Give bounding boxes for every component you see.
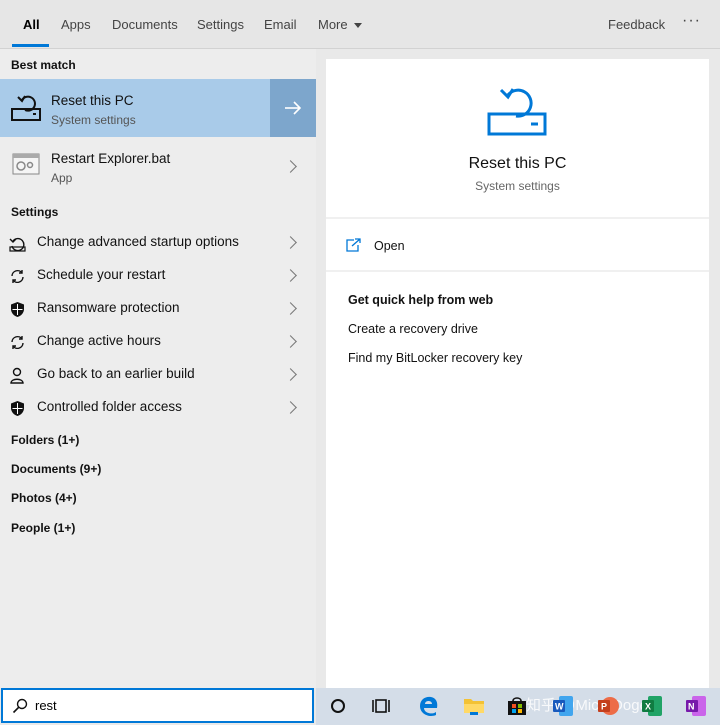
app-result-title: Restart Explorer.bat	[51, 151, 171, 166]
setting-label: Controlled folder access	[37, 399, 182, 414]
setting-label: Ransomware protection	[37, 300, 180, 315]
restart-icon	[9, 237, 26, 252]
search-icon	[12, 698, 28, 714]
preview-subtitle: System settings	[475, 179, 560, 193]
tab-apps[interactable]: Apps	[61, 17, 91, 32]
reset-pc-icon	[487, 88, 547, 136]
setting-item[interactable]: Go back to an earlier build	[0, 358, 316, 391]
search-input[interactable]	[35, 698, 295, 713]
setting-label: Change active hours	[37, 333, 161, 348]
category-documents[interactable]: Documents (9+)	[11, 462, 101, 476]
category-people[interactable]: People (1+)	[11, 521, 75, 535]
shield-icon	[11, 401, 24, 416]
open-icon	[346, 238, 361, 252]
setting-item[interactable]: Schedule your restart	[0, 259, 316, 292]
sync-icon	[11, 269, 24, 284]
results-pane: Best match Reset this PC System settings…	[0, 49, 316, 688]
tab-more-label: More	[318, 17, 348, 32]
tab-documents[interactable]: Documents	[112, 17, 178, 32]
chevron-right-icon	[284, 401, 297, 414]
help-link[interactable]: Create a recovery drive	[348, 322, 478, 336]
chevron-right-icon	[284, 335, 297, 348]
help-link[interactable]: Find my BitLocker recovery key	[348, 351, 522, 365]
search-filter-bar: All Apps Documents Settings Email More F…	[0, 0, 720, 49]
person-icon	[10, 367, 24, 384]
svg-text:P: P	[601, 702, 607, 712]
best-match-result[interactable]: Reset this PC System settings	[0, 79, 316, 137]
onenote-icon[interactable]: N	[684, 694, 708, 718]
powerpoint-icon[interactable]: P	[596, 694, 620, 718]
task-view-icon[interactable]	[369, 694, 393, 718]
tab-email[interactable]: Email	[264, 17, 297, 32]
edge-icon[interactable]	[417, 694, 441, 718]
chevron-right-icon	[284, 302, 297, 315]
more-options-button[interactable]: ···	[682, 12, 701, 30]
setting-label: Go back to an earlier build	[37, 366, 195, 381]
excel-icon[interactable]: X	[640, 694, 664, 718]
best-match-heading: Best match	[11, 58, 76, 72]
store-icon[interactable]	[505, 694, 529, 718]
category-photos[interactable]: Photos (4+)	[11, 491, 77, 505]
chevron-right-icon	[284, 269, 297, 282]
app-result[interactable]: Restart Explorer.bat App	[0, 137, 316, 194]
best-match-subtitle: System settings	[51, 113, 136, 127]
tab-all-underline	[12, 44, 49, 47]
settings-heading: Settings	[11, 205, 59, 219]
setting-item[interactable]: Change advanced startup options	[0, 226, 316, 259]
taskbar: 知乎 @MicroDoge W P X N	[316, 688, 720, 725]
app-result-subtitle: App	[51, 171, 73, 185]
cortana-icon[interactable]	[326, 694, 350, 718]
setting-item[interactable]: Change active hours	[0, 325, 316, 358]
svg-text:W: W	[555, 702, 564, 712]
open-action[interactable]: Open	[346, 237, 546, 257]
category-folders[interactable]: Folders (1+)	[11, 433, 79, 447]
bat-file-icon	[12, 153, 40, 175]
preview-pane: Reset this PC System settings Open Get q…	[326, 59, 709, 688]
svg-text:X: X	[645, 702, 651, 712]
preview-title: Reset this PC	[468, 155, 567, 172]
best-match-title: Reset this PC	[51, 93, 134, 108]
chevron-right-icon	[284, 368, 297, 381]
open-label: Open	[374, 239, 405, 253]
open-best-match-button[interactable]	[270, 79, 316, 137]
shield-icon	[11, 302, 24, 317]
arrow-right-icon	[285, 101, 302, 115]
setting-item[interactable]: Controlled folder access	[0, 391, 316, 424]
setting-item[interactable]: Ransomware protection	[0, 292, 316, 325]
feedback-link[interactable]: Feedback	[608, 17, 665, 32]
tab-settings[interactable]: Settings	[197, 17, 244, 32]
divider	[326, 270, 709, 272]
tab-more[interactable]: More	[318, 17, 362, 32]
tab-all[interactable]: All	[23, 17, 40, 32]
setting-label: Change advanced startup options	[37, 234, 239, 249]
reset-pc-icon	[11, 95, 41, 121]
chevron-right-icon	[284, 236, 297, 249]
setting-label: Schedule your restart	[37, 267, 166, 282]
svg-text:N: N	[688, 702, 695, 712]
help-heading: Get quick help from web	[348, 293, 494, 307]
caret-down-icon	[353, 23, 362, 29]
word-icon[interactable]: W	[551, 694, 575, 718]
chevron-right-icon	[284, 160, 297, 173]
search-box[interactable]	[1, 688, 314, 723]
sync-icon	[11, 335, 24, 350]
file-explorer-icon[interactable]	[462, 694, 486, 718]
divider	[326, 217, 709, 219]
watermark: 知乎 @MicroDoge	[526, 697, 648, 714]
